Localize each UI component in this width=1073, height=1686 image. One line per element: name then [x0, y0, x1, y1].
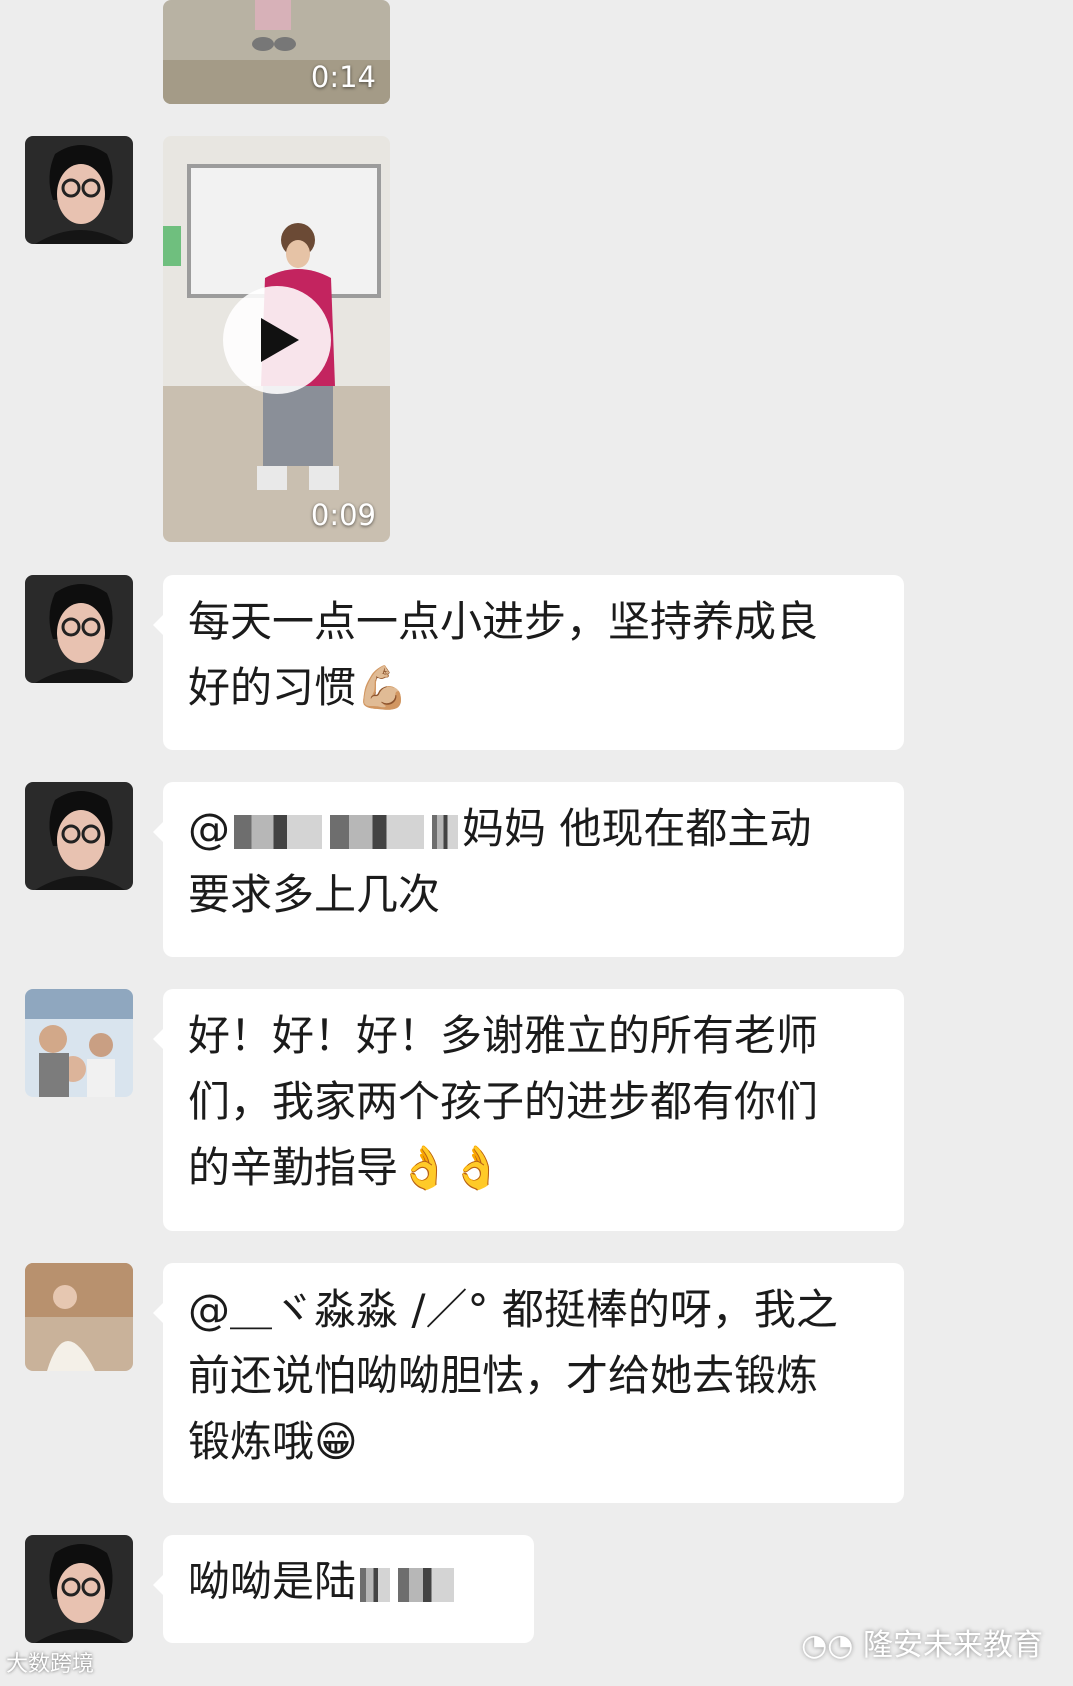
redacted-name: [330, 814, 424, 849]
avatar[interactable]: [25, 989, 133, 1097]
message-line: 每天一点一点小进步，坚持养成良: [188, 597, 819, 646]
avatar[interactable]: [25, 782, 133, 890]
wechat-icon: ◔◔: [801, 1628, 854, 1663]
message-text: 妈妈 他现在都主动: [462, 804, 812, 853]
message-line: 好！好！好！多谢雅立的所有老师: [188, 1011, 819, 1060]
message-bubble[interactable]: 每天一点一点小进步，坚持养成良 好的习惯💪🏼: [153, 575, 904, 750]
avatar[interactable]: [25, 575, 133, 683]
message-bubble[interactable]: 好！好！好！多谢雅立的所有老师 们，我家两个孩子的进步都有你们 的辛勤指导👌👌: [153, 989, 904, 1231]
watermark-left: 大数跨境: [6, 1652, 95, 1677]
message-line: 锻炼哦😁: [188, 1417, 358, 1466]
message-line: 们，我家两个孩子的进步都有你们: [188, 1077, 819, 1126]
watermark-right: ◔◔ 隆安未来教育: [801, 1620, 1043, 1664]
video-duration: 0:14: [310, 60, 376, 94]
message-line: 好的习惯💪🏼: [188, 663, 409, 712]
watermark-text: 隆安未来教育: [863, 1628, 1043, 1663]
message-line: 前还说怕呦呦胆怯，才给她去锻炼: [188, 1351, 819, 1400]
message-text: 呦呦是陆: [188, 1557, 357, 1606]
redacted-name: [360, 1567, 391, 1602]
redacted-name: [432, 814, 458, 849]
video-message-1[interactable]: 0:14: [163, 0, 390, 104]
redacted-name: [234, 814, 322, 849]
avatar[interactable]: [25, 1263, 133, 1371]
message-line: 的辛勤指导👌👌: [188, 1143, 503, 1192]
message-bubble[interactable]: @ 妈妈 他现在都主动 要求多上几次: [153, 782, 904, 957]
avatar[interactable]: [25, 136, 133, 244]
redacted-name: [398, 1567, 455, 1602]
mention-at: @: [188, 804, 230, 853]
play-icon: [261, 318, 299, 362]
play-button[interactable]: [223, 286, 331, 394]
message-line: @＿ヾ淼淼 /／° 都挺棒的呀，我之: [188, 1285, 838, 1334]
message-line: 呦呦是陆: [188, 1549, 510, 1615]
message-line: 要求多上几次: [188, 870, 441, 919]
avatar[interactable]: [25, 1535, 133, 1643]
video-duration: 0:09: [310, 498, 376, 532]
message-bubble[interactable]: @＿ヾ淼淼 /／° 都挺棒的呀，我之 前还说怕呦呦胆怯，才给她去锻炼 锻炼哦😁: [153, 1263, 904, 1503]
message-line: @ 妈妈 他现在都主动: [188, 796, 880, 862]
message-bubble[interactable]: 呦呦是陆: [153, 1535, 534, 1643]
video-message-2[interactable]: 0:09: [163, 136, 390, 542]
